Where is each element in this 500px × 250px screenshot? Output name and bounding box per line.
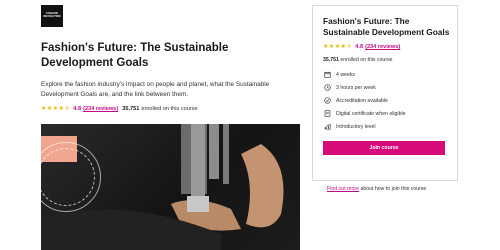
reviews-link[interactable]: (234 reviews) [83,106,118,112]
panel-enrolled: 35,751 enrolled on this course [323,57,447,63]
star-icon: ★ [46,104,53,112]
star-icon: ★ [340,43,347,50]
feature-certificate: Digital certificate when eligible [323,107,447,120]
feature-label: 3 hours per week [336,84,376,91]
star-icon: ★ [334,43,341,50]
calendar-icon [323,71,331,79]
clock-icon [323,84,331,92]
feature-label: Digital certificate when eligible [336,110,406,117]
find-out-more-line: Find out more about how to join this cou… [327,186,426,192]
star-icon: ★ [41,104,47,112]
rating-value: 4.8 [355,44,364,51]
course-features-list: 4 weeks 3 hours per week Accreditation a… [323,68,447,133]
reviews-link[interactable]: (234 reviews) [365,44,400,50]
logo-line-2: REVOLUTION [43,15,61,18]
course-title: Fashion's Future: The Sustainable Develo… [41,42,229,69]
enrolled-count: 35,751 [122,106,140,112]
level-bars-icon [323,123,331,131]
star-icon: ★ [323,43,329,50]
panel-course-title: Fashion's Future: The Sustainable Develo… [323,16,450,37]
course-description: Explore the fashion industry's impact on… [41,81,270,98]
panel-rating-row: ★ ★ ★ ★ ★ 4.8 (234 reviews) [323,43,447,51]
enrolled-text: enrolled on this course [141,106,198,112]
star-icon: ★ [58,104,65,112]
fashion-revolution-logo[interactable]: FASHION REVOLUTION [41,5,63,27]
panel-enrolled-count: 35,751 [323,57,339,64]
star-icon: ★ [52,104,59,112]
find-out-more-link[interactable]: Find out more [327,186,359,192]
certificate-icon [323,110,331,118]
find-out-more-text: about how to join this course [360,186,427,192]
accreditation-badge-icon [323,97,331,105]
join-course-button[interactable]: Join course [323,141,445,156]
feature-label: Accreditation available [336,97,388,104]
feature-label: Introductory level [336,123,376,130]
sewing-machine-illustration [41,124,284,250]
panel-enrolled-text: enrolled on this course [340,57,393,64]
star-icon: ★ [328,43,335,50]
feature-duration: 4 weeks [323,68,447,81]
feature-label: 4 weeks [336,71,356,78]
course-enrol-panel: Fashion's Future: The Sustainable Develo… [312,5,458,181]
rating-stars: ★ ★ ★ ★ ★ [323,43,352,50]
feature-level: Introductory level [323,120,447,133]
rating-stars: ★ ★ ★ ★ ★ [41,104,70,112]
feature-accreditation: Accreditation available [323,94,447,107]
course-hero-image [41,124,300,250]
course-rating-row: ★ ★ ★ ★ ★ 4.8 (234 reviews) 35,751 enrol… [41,104,198,114]
rating-value: 4.8 [73,106,82,112]
feature-weekly-hours: 3 hours per week [323,81,447,94]
star-icon: ★ [346,43,352,50]
star-icon: ★ [64,104,70,112]
